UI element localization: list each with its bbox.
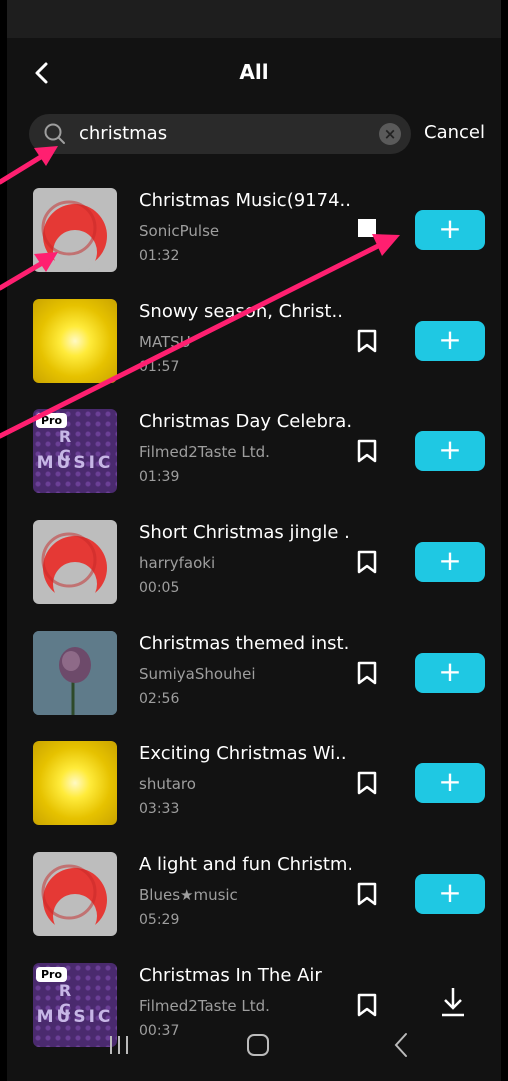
plus-icon: + <box>438 765 462 798</box>
track-duration: 05:29 <box>139 912 180 928</box>
nav-back-icon[interactable] <box>391 1030 411 1060</box>
track-thumbnail <box>33 188 117 272</box>
track-artist: SonicPulse <box>139 222 220 240</box>
track-row[interactable]: Snowy season, Christ.. MATSU 01:57 + <box>7 291 501 401</box>
clear-icon[interactable]: × <box>379 123 401 145</box>
add-track-button[interactable]: + <box>415 874 485 914</box>
plus-icon: + <box>438 212 462 245</box>
page-title: All <box>239 60 269 84</box>
plus-icon: + <box>438 876 462 909</box>
track-row[interactable]: Christmas Music(9174.. SonicPulse 01:32 + <box>7 180 501 290</box>
home-icon[interactable] <box>247 1034 269 1056</box>
recent-apps-icon[interactable] <box>107 1034 131 1056</box>
add-track-button[interactable]: + <box>415 653 485 693</box>
plus-icon: + <box>438 433 462 466</box>
plus-icon: + <box>438 655 462 688</box>
track-thumbnail <box>33 520 117 604</box>
track-title: Christmas In The Air <box>139 965 322 986</box>
thumbnail-text: MUSIC <box>36 453 114 473</box>
bookmark-icon[interactable] <box>357 439 377 463</box>
track-artist: shutaro <box>139 775 196 793</box>
header: All <box>7 38 501 108</box>
track-duration: 02:56 <box>139 691 180 707</box>
track-title: Exciting Christmas Wi.. <box>139 743 347 764</box>
track-title: Snowy season, Christ.. <box>139 301 343 322</box>
track-thumbnail <box>33 631 117 715</box>
track-row[interactable]: Short Christmas jingle .. harryfaoki 00:05… <box>7 512 501 622</box>
add-track-button[interactable]: + <box>415 321 485 361</box>
track-artist: Blues★music <box>139 886 238 904</box>
track-duration: 01:39 <box>139 469 180 485</box>
track-duration: 01:32 <box>139 248 180 264</box>
track-thumbnail <box>33 299 117 383</box>
pro-badge: Pro <box>36 413 68 428</box>
track-title: Christmas themed inst.. <box>139 633 351 654</box>
bookmark-icon[interactable] <box>357 661 377 685</box>
track-artist: SumiyaShouhei <box>139 665 256 683</box>
track-title: Christmas Day Celebra.. <box>139 411 351 432</box>
track-title: A light and fun Christm.. <box>139 854 351 875</box>
status-bar <box>7 0 501 38</box>
plus-icon: + <box>438 323 462 356</box>
track-artist: Filmed2Taste Ltd. <box>139 997 270 1015</box>
track-duration: 00:05 <box>139 580 180 596</box>
bookmark-icon[interactable] <box>357 218 377 242</box>
track-artist: MATSU <box>139 333 191 351</box>
track-title: Short Christmas jingle .. <box>139 522 351 543</box>
search-bar[interactable]: christmas × <box>29 114 411 154</box>
bookmark-icon[interactable] <box>357 771 377 795</box>
track-title: Christmas Music(9174.. <box>139 190 351 211</box>
add-track-button[interactable]: + <box>415 542 485 582</box>
add-track-button[interactable]: + <box>415 210 485 250</box>
download-icon[interactable] <box>439 985 467 1019</box>
track-row[interactable]: Pro R C MUSIC Christmas Day Celebra.. Filmed… <box>7 401 501 511</box>
screen: All christmas × Cancel Christmas Music(9… <box>7 0 501 1081</box>
add-track-button[interactable]: + <box>415 431 485 471</box>
track-thumbnail <box>33 852 117 936</box>
track-row[interactable]: Christmas themed inst.. SumiyaShouhei 02:5… <box>7 623 501 733</box>
track-duration: 01:57 <box>139 359 180 375</box>
bookmark-icon[interactable] <box>357 550 377 574</box>
bookmark-icon[interactable] <box>357 329 377 353</box>
plus-icon: + <box>438 544 462 577</box>
pro-badge: Pro <box>36 967 68 982</box>
search-icon <box>43 122 67 146</box>
system-nav-bar <box>7 1020 501 1070</box>
bookmark-icon[interactable] <box>357 882 377 906</box>
track-row[interactable]: A light and fun Christm.. Blues★music 05:2… <box>7 844 501 954</box>
track-thumbnail <box>33 741 117 825</box>
track-row[interactable]: Exciting Christmas Wi.. shutaro 03:33 + <box>7 733 501 843</box>
track-duration: 03:33 <box>139 801 180 817</box>
track-artist: harryfaoki <box>139 554 216 572</box>
cancel-button[interactable]: Cancel <box>424 122 485 143</box>
add-track-button[interactable]: + <box>415 763 485 803</box>
track-thumbnail: Pro R C MUSIC <box>33 409 117 493</box>
search-input[interactable]: christmas <box>79 123 167 144</box>
bookmark-icon[interactable] <box>357 993 377 1017</box>
track-artist: Filmed2Taste Ltd. <box>139 443 270 461</box>
